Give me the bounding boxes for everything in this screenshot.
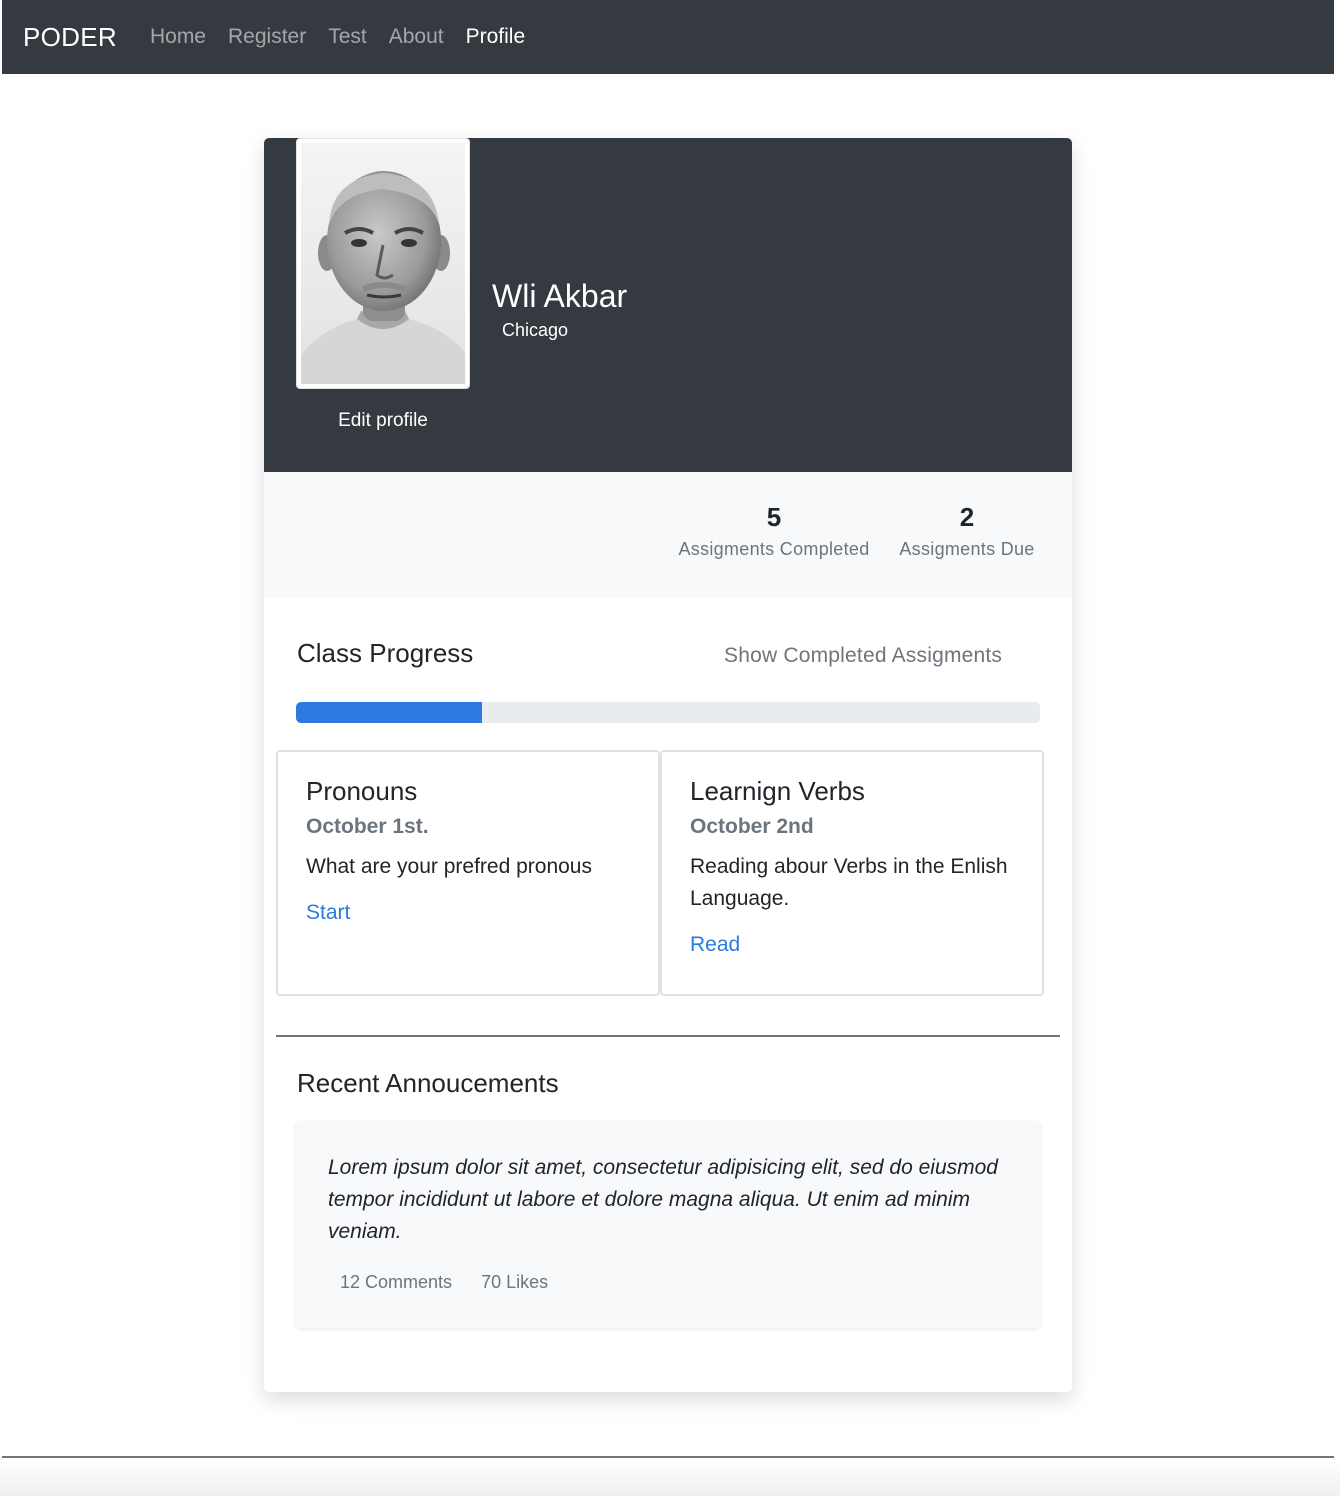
assignment-card-pronouns: Pronouns October 1st. What are your pref… (276, 750, 660, 996)
stat-completed-value: 5 (766, 502, 782, 532)
assignment-date: October 2nd (690, 815, 814, 838)
stat-completed-label: Assigments Completed (678, 539, 870, 559)
stat-due-label: Assigments Due (899, 539, 1035, 559)
assignment-title: Learnign Verbs (690, 776, 865, 806)
class-progress-fill (296, 702, 482, 723)
nav-link-test[interactable]: Test (328, 25, 367, 49)
nav-link-about[interactable]: About (389, 25, 444, 49)
profile-name: Wli Akbar (492, 278, 628, 314)
person-photo-icon (301, 143, 465, 384)
announcement-text: Lorem ipsum dolor sit amet, consectetur … (328, 1156, 998, 1243)
class-progress-bar (296, 702, 1040, 723)
stat-due-value: 2 (959, 502, 975, 532)
avatar-photo (301, 143, 465, 384)
nav-link-register[interactable]: Register (228, 25, 306, 49)
top-navbar: PODER Home Register Test About Profile (2, 0, 1334, 74)
stat-completed: 5 Assigments Completed (672, 502, 876, 560)
avatar (296, 138, 470, 389)
profile-card: Edit profile Wli Akbar Chicago 5 Assigme… (264, 138, 1072, 1392)
assignment-read-link[interactable]: Read (690, 933, 740, 957)
profile-header: Edit profile Wli Akbar Chicago (264, 138, 1072, 472)
assignment-date: October 1st. (306, 815, 429, 838)
profile-city: Chicago (502, 320, 569, 340)
assignment-title: Pronouns (306, 776, 418, 806)
assignment-description: What are your prefred pronous (306, 855, 592, 878)
edit-profile-button[interactable]: Edit profile (296, 410, 470, 432)
show-completed-assignments-link[interactable]: Show Completed Assigments (724, 644, 1002, 668)
announcements-title: Recent Annoucements (297, 1068, 559, 1098)
nav-link-profile[interactable]: Profile (466, 25, 526, 49)
assignment-description: Reading abour Verbs in the Enlish Langua… (690, 855, 1008, 910)
announcement-comments-link[interactable]: 12 Comments (340, 1272, 452, 1292)
announcement-likes-link[interactable]: 70 Likes (481, 1272, 548, 1292)
footer (0, 1458, 1340, 1496)
announcement-meta: 12 Comments 70 Likes (328, 1272, 1008, 1293)
class-progress-title: Class Progress (297, 638, 474, 668)
announcement-item: Lorem ipsum dolor sit amet, consectetur … (296, 1122, 1040, 1328)
assignment-start-link[interactable]: Start (306, 901, 350, 925)
brand-logo[interactable]: PODER (23, 22, 117, 53)
assignment-card-verbs: Learnign Verbs October 2nd Reading abour… (660, 750, 1044, 996)
nav-link-home[interactable]: Home (150, 25, 206, 49)
stats-bar: 5 Assigments Completed 2 Assigments Due (264, 472, 1072, 598)
section-divider (276, 1035, 1060, 1037)
stat-due: 2 Assigments Due (896, 502, 1038, 560)
